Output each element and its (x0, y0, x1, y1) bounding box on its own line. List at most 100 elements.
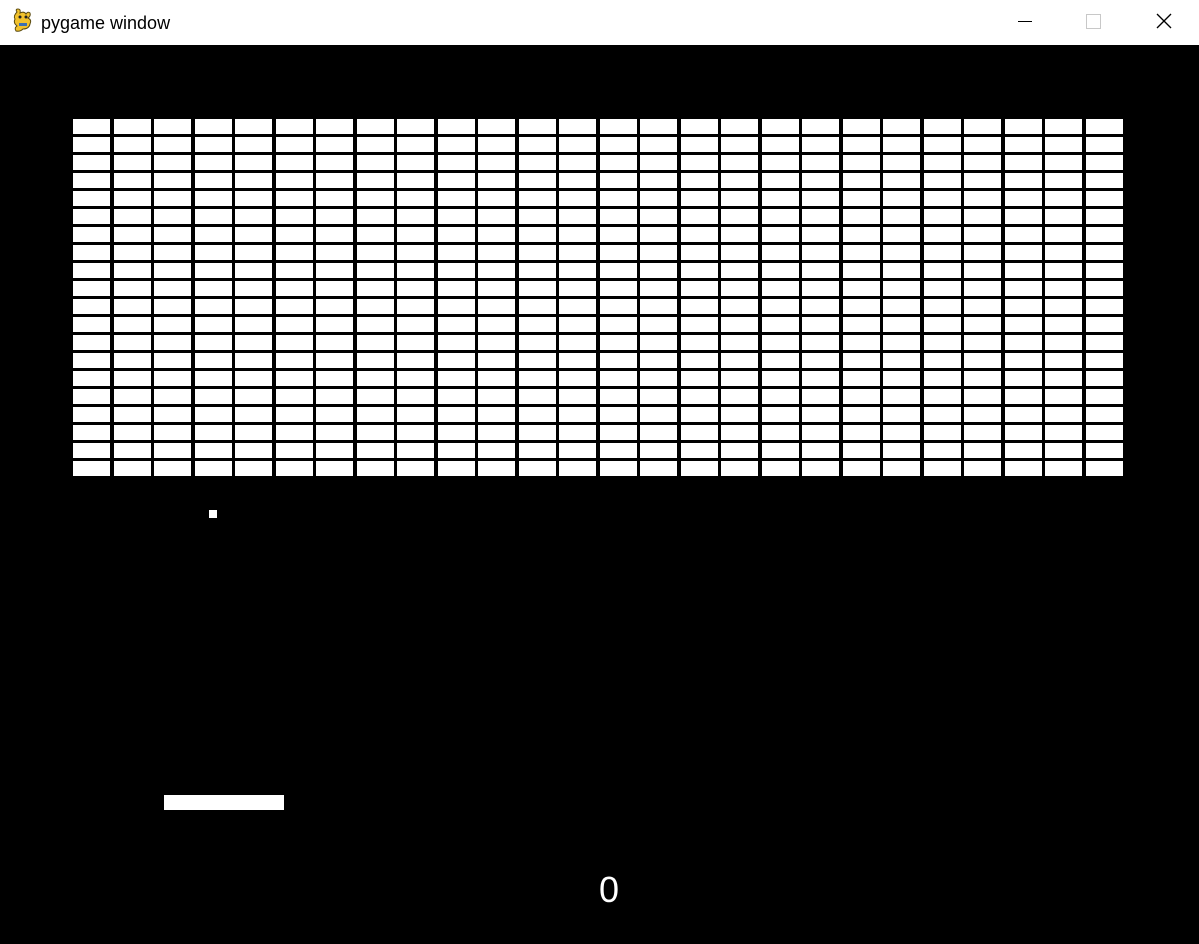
brick (883, 263, 920, 278)
brick (1005, 137, 1042, 152)
brick (681, 353, 718, 368)
brick (883, 137, 920, 152)
brick (640, 173, 677, 188)
brick (964, 335, 1001, 350)
brick (478, 245, 515, 260)
brick (73, 119, 110, 134)
brick (559, 209, 596, 224)
brick (478, 119, 515, 134)
brick (721, 335, 758, 350)
brick (276, 299, 313, 314)
brick (73, 461, 110, 476)
brick (316, 425, 353, 440)
brick (802, 155, 839, 170)
brick (802, 209, 839, 224)
game-canvas[interactable]: 0 (0, 45, 1199, 944)
brick (802, 371, 839, 386)
minimize-button[interactable] (1001, 0, 1047, 45)
brick (114, 173, 151, 188)
brick (235, 389, 272, 404)
close-button[interactable] (1141, 0, 1187, 45)
brick (397, 353, 434, 368)
brick (883, 245, 920, 260)
brick (721, 263, 758, 278)
brick (397, 209, 434, 224)
brick (519, 425, 556, 440)
brick (478, 371, 515, 386)
title-bar[interactable]: pygame window (0, 0, 1199, 45)
brick (640, 461, 677, 476)
brick (843, 353, 880, 368)
brick (154, 425, 191, 440)
brick (73, 173, 110, 188)
brick (883, 299, 920, 314)
brick (397, 335, 434, 350)
brick (316, 263, 353, 278)
brick (316, 137, 353, 152)
brick (478, 191, 515, 206)
brick (154, 317, 191, 332)
brick (600, 209, 637, 224)
brick (357, 263, 394, 278)
paddle[interactable] (164, 795, 284, 810)
brick (1045, 173, 1082, 188)
brick (357, 353, 394, 368)
brick (276, 353, 313, 368)
brick (721, 281, 758, 296)
brick (235, 425, 272, 440)
brick (1045, 299, 1082, 314)
brick (235, 299, 272, 314)
brick (478, 317, 515, 332)
brick (1086, 191, 1123, 206)
brick (438, 245, 475, 260)
brick (802, 191, 839, 206)
brick (1086, 317, 1123, 332)
brick (73, 353, 110, 368)
brick (235, 137, 272, 152)
brick (519, 371, 556, 386)
brick (802, 425, 839, 440)
brick (640, 245, 677, 260)
brick (438, 173, 475, 188)
brick (357, 389, 394, 404)
brick (519, 191, 556, 206)
brick (1005, 443, 1042, 458)
brick (843, 461, 880, 476)
brick (924, 245, 961, 260)
brick (438, 461, 475, 476)
brick (1045, 317, 1082, 332)
brick (924, 443, 961, 458)
brick (1005, 353, 1042, 368)
brick (276, 245, 313, 260)
brick (721, 299, 758, 314)
brick (316, 227, 353, 242)
brick (276, 461, 313, 476)
brick (1005, 407, 1042, 422)
brick (478, 155, 515, 170)
brick (114, 299, 151, 314)
brick (559, 461, 596, 476)
brick (73, 335, 110, 350)
brick (964, 371, 1001, 386)
brick (1086, 173, 1123, 188)
brick (1045, 389, 1082, 404)
brick (1086, 461, 1123, 476)
brick (478, 407, 515, 422)
brick (924, 155, 961, 170)
brick (802, 281, 839, 296)
brick (276, 155, 313, 170)
brick (559, 173, 596, 188)
brick (316, 443, 353, 458)
brick (195, 335, 232, 350)
maximize-button[interactable] (1070, 0, 1116, 45)
brick (357, 443, 394, 458)
brick (843, 227, 880, 242)
brick (235, 461, 272, 476)
brick (681, 299, 718, 314)
brick (681, 119, 718, 134)
brick (316, 371, 353, 386)
brick (802, 461, 839, 476)
brick (154, 209, 191, 224)
brick (964, 263, 1001, 278)
brick (559, 137, 596, 152)
